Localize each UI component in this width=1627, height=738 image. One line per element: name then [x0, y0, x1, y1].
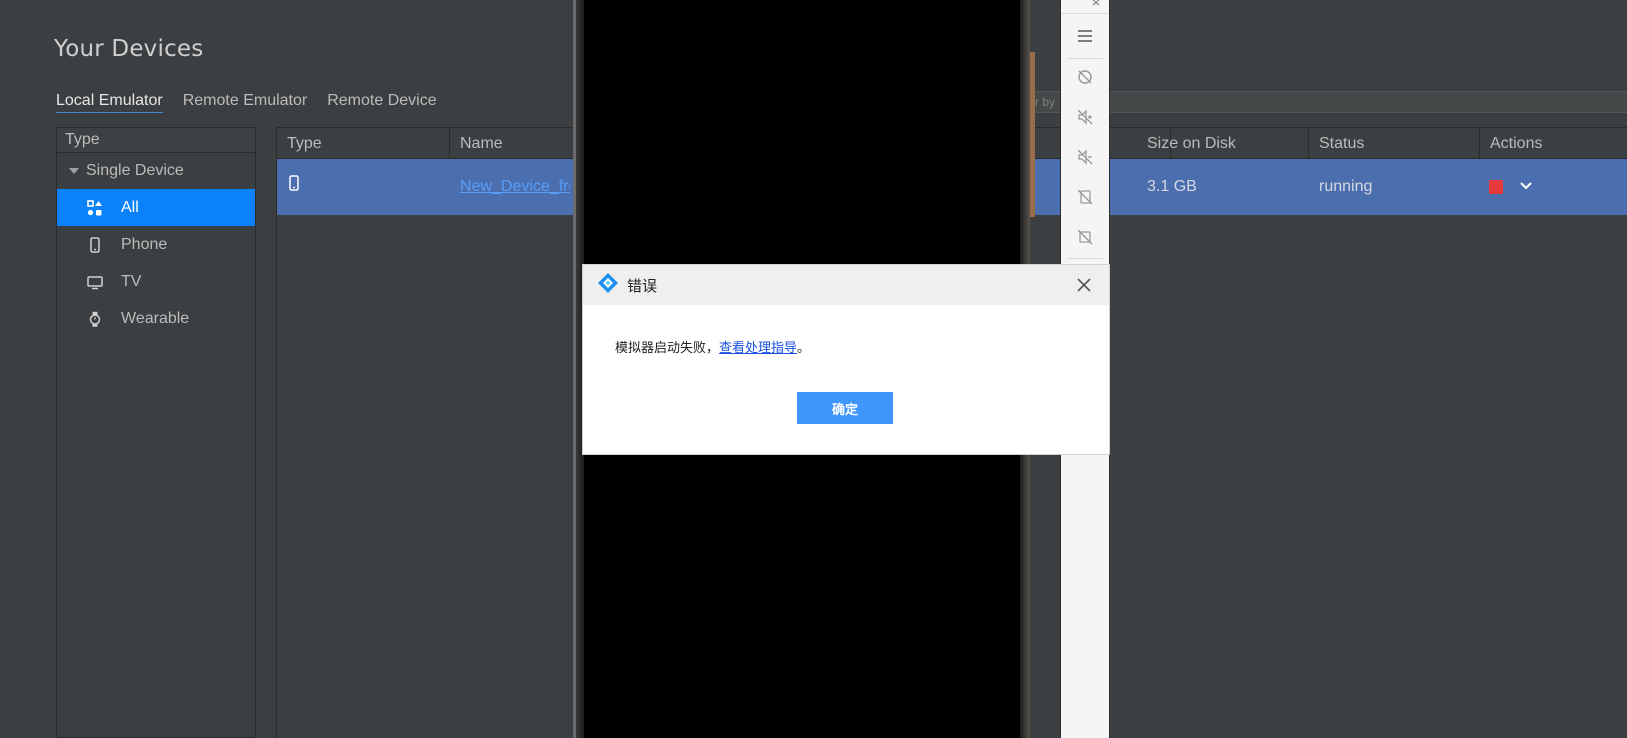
message-text: 模拟器启动失败， [615, 341, 720, 356]
column-header-actions[interactable]: Actions [1480, 128, 1627, 159]
stop-button[interactable] [1489, 180, 1503, 194]
tab-remote-emulator[interactable]: Remote Emulator [183, 92, 308, 113]
page-title: Your Devices [54, 36, 204, 62]
close-icon[interactable] [1061, 0, 1109, 14]
watch-icon [87, 311, 103, 327]
column-header-type[interactable]: Type [277, 128, 450, 159]
expand-triangle-icon[interactable] [69, 168, 79, 174]
column-header-status[interactable]: Status [1309, 128, 1480, 159]
tree-item-label: Wearable [121, 309, 190, 327]
tree-item-all[interactable]: All [57, 189, 255, 226]
dialog-title: 错误 [627, 276, 658, 295]
device-tabs: Local Emulator Remote Emulator Remote De… [56, 92, 437, 113]
tab-remote-device[interactable]: Remote Device [327, 92, 436, 113]
volume-up-off-icon[interactable] [1061, 97, 1109, 137]
row-name-cell: New_Device_fro [450, 159, 570, 215]
message-suffix: 。 [797, 341, 811, 356]
row-type-cell [277, 159, 450, 215]
tree-group-single-device[interactable]: Single Device [57, 153, 255, 189]
tree-item-wearable[interactable]: Wearable [57, 300, 255, 337]
tab-local-emulator[interactable]: Local Emulator [56, 92, 163, 113]
rotate-right-off-icon[interactable] [1061, 217, 1109, 257]
tree-group-label: Single Device [86, 162, 184, 179]
phone-icon [287, 159, 301, 215]
tree-item-label: Phone [121, 235, 168, 253]
tv-icon [87, 274, 103, 290]
emulator-side-button[interactable] [1030, 52, 1035, 217]
error-dialog: 错误 模拟器启动失败，查看处理指导。 确定 [582, 264, 1110, 455]
phone-icon [87, 236, 103, 253]
dialog-message: 模拟器启动失败，查看处理指导。 [615, 337, 810, 356]
filter-input[interactable]: r by [1030, 91, 1627, 113]
tree-item-label: TV [121, 272, 142, 290]
app-logo-icon [597, 272, 619, 299]
row-size-cell: 3.1 GB [1147, 178, 1197, 195]
tree-item-tv[interactable]: TV [57, 263, 255, 300]
chevron-down-icon[interactable] [1517, 177, 1535, 195]
rotate-left-off-icon[interactable] [1061, 177, 1109, 217]
device-name-link[interactable]: New_Device_fro [460, 178, 570, 195]
menu-icon[interactable] [1061, 16, 1109, 56]
column-header-size[interactable]: Size on Disk [1137, 128, 1309, 159]
tree-item-phone[interactable]: Phone [57, 226, 255, 263]
volume-down-off-icon[interactable] [1061, 137, 1109, 177]
ok-button[interactable]: 确定 [797, 392, 893, 424]
guide-link[interactable]: 查看处理指导 [719, 341, 797, 356]
all-categories-icon [87, 199, 103, 216]
type-panel-header: Type [57, 128, 255, 153]
row-status-cell: running [1319, 178, 1373, 195]
toolbar-divider [1067, 258, 1103, 259]
dialog-header: 错误 [583, 265, 1109, 305]
tree-item-label: All [121, 198, 139, 216]
rotate-off-icon[interactable] [1061, 57, 1109, 97]
close-icon[interactable] [1075, 276, 1093, 294]
type-panel: Type Single Device All Phone TV Wearable [56, 127, 256, 738]
